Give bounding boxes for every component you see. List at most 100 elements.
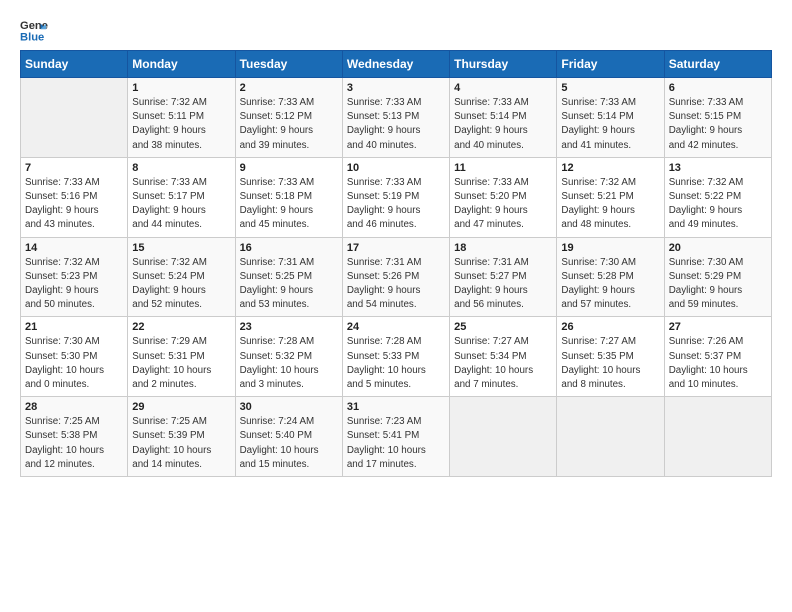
calendar-cell: 28 Sunrise: 7:25 AMSunset: 5:38 PMDayligh… bbox=[21, 397, 128, 477]
calendar-cell: 30 Sunrise: 7:24 AMSunset: 5:40 PMDayligh… bbox=[235, 397, 342, 477]
day-number: 14 bbox=[25, 242, 123, 254]
calendar-cell: 23 Sunrise: 7:28 AMSunset: 5:32 PMDayligh… bbox=[235, 317, 342, 397]
day-number: 23 bbox=[240, 321, 338, 333]
cell-details: Sunrise: 7:28 AMSunset: 5:33 PMDaylight:… bbox=[347, 335, 445, 392]
day-number: 12 bbox=[561, 162, 659, 174]
cell-details: Sunrise: 7:33 AMSunset: 5:13 PMDaylight:… bbox=[347, 96, 445, 153]
calendar-cell bbox=[21, 78, 128, 158]
week-row-4: 21 Sunrise: 7:30 AMSunset: 5:30 PMDayligh… bbox=[21, 317, 772, 397]
calendar-cell: 6 Sunrise: 7:33 AMSunset: 5:15 PMDaylight… bbox=[664, 78, 771, 158]
calendar-cell bbox=[557, 397, 664, 477]
header-saturday: Saturday bbox=[664, 51, 771, 78]
calendar-cell: 21 Sunrise: 7:30 AMSunset: 5:30 PMDayligh… bbox=[21, 317, 128, 397]
header-thursday: Thursday bbox=[450, 51, 557, 78]
cell-details: Sunrise: 7:33 AMSunset: 5:15 PMDaylight:… bbox=[669, 96, 767, 153]
day-number: 22 bbox=[132, 321, 230, 333]
calendar-cell: 15Sunrise: 7:32 AMSunset: 5:24 PMDayligh… bbox=[128, 237, 235, 317]
cell-details: Sunrise: 7:33 AMSunset: 5:14 PMDaylight:… bbox=[454, 96, 552, 153]
day-number: 18 bbox=[454, 242, 552, 254]
header-row: General Blue bbox=[20, 16, 772, 44]
cell-details: Sunrise: 7:24 AMSunset: 5:40 PMDaylight:… bbox=[240, 415, 338, 472]
day-number: 17 bbox=[347, 242, 445, 254]
cell-details: Sunrise: 7:30 AMSunset: 5:29 PMDaylight:… bbox=[669, 256, 767, 313]
calendar-cell: 22 Sunrise: 7:29 AMSunset: 5:31 PMDayligh… bbox=[128, 317, 235, 397]
cell-details: Sunrise: 7:30 AMSunset: 5:30 PMDaylight:… bbox=[25, 335, 123, 392]
cell-details: Sunrise: 7:29 AMSunset: 5:31 PMDaylight:… bbox=[132, 335, 230, 392]
header-row-days: SundayMondayTuesdayWednesdayThursdayFrid… bbox=[21, 51, 772, 78]
logo-icon: General Blue bbox=[20, 16, 48, 44]
cell-details: Sunrise: 7:33 AMSunset: 5:16 PMDaylight:… bbox=[25, 176, 123, 233]
cell-details: Sunrise: 7:33 AMSunset: 5:19 PMDaylight:… bbox=[347, 176, 445, 233]
day-number: 6 bbox=[669, 82, 767, 94]
calendar-cell: 1 Sunrise: 7:32 AMSunset: 5:11 PMDaylight… bbox=[128, 78, 235, 158]
cell-details: Sunrise: 7:33 AMSunset: 5:12 PMDaylight:… bbox=[240, 96, 338, 153]
logo: General Blue bbox=[20, 16, 56, 44]
day-number: 28 bbox=[25, 401, 123, 413]
cell-details: Sunrise: 7:26 AMSunset: 5:37 PMDaylight:… bbox=[669, 335, 767, 392]
cell-details: Sunrise: 7:31 AMSunset: 5:26 PMDaylight:… bbox=[347, 256, 445, 313]
day-number: 11 bbox=[454, 162, 552, 174]
cell-details: Sunrise: 7:27 AMSunset: 5:34 PMDaylight:… bbox=[454, 335, 552, 392]
calendar-cell bbox=[664, 397, 771, 477]
cell-details: Sunrise: 7:31 AMSunset: 5:27 PMDaylight:… bbox=[454, 256, 552, 313]
cell-details: Sunrise: 7:32 AMSunset: 5:22 PMDaylight:… bbox=[669, 176, 767, 233]
svg-text:Blue: Blue bbox=[20, 31, 44, 43]
header-sunday: Sunday bbox=[21, 51, 128, 78]
cell-details: Sunrise: 7:33 AMSunset: 5:14 PMDaylight:… bbox=[561, 96, 659, 153]
cell-details: Sunrise: 7:33 AMSunset: 5:18 PMDaylight:… bbox=[240, 176, 338, 233]
calendar-cell: 20 Sunrise: 7:30 AMSunset: 5:29 PMDayligh… bbox=[664, 237, 771, 317]
cell-details: Sunrise: 7:32 AMSunset: 5:23 PMDaylight:… bbox=[25, 256, 123, 313]
cell-details: Sunrise: 7:23 AMSunset: 5:41 PMDaylight:… bbox=[347, 415, 445, 472]
day-number: 27 bbox=[669, 321, 767, 333]
calendar-cell: 8 Sunrise: 7:33 AMSunset: 5:17 PMDaylight… bbox=[128, 157, 235, 237]
cell-details: Sunrise: 7:31 AMSunset: 5:25 PMDaylight:… bbox=[240, 256, 338, 313]
day-number: 5 bbox=[561, 82, 659, 94]
day-number: 2 bbox=[240, 82, 338, 94]
calendar-cell: 16 Sunrise: 7:31 AMSunset: 5:25 PMDayligh… bbox=[235, 237, 342, 317]
calendar-cell: 10 Sunrise: 7:33 AMSunset: 5:19 PMDayligh… bbox=[342, 157, 449, 237]
calendar-cell: 24 Sunrise: 7:28 AMSunset: 5:33 PMDayligh… bbox=[342, 317, 449, 397]
calendar-cell: 11Sunrise: 7:33 AMSunset: 5:20 PMDayligh… bbox=[450, 157, 557, 237]
cell-details: Sunrise: 7:33 AMSunset: 5:17 PMDaylight:… bbox=[132, 176, 230, 233]
calendar-cell: 17 Sunrise: 7:31 AMSunset: 5:26 PMDayligh… bbox=[342, 237, 449, 317]
cell-details: Sunrise: 7:32 AMSunset: 5:24 PMDaylight:… bbox=[132, 256, 230, 313]
day-number: 4 bbox=[454, 82, 552, 94]
cell-details: Sunrise: 7:32 AMSunset: 5:11 PMDaylight:… bbox=[132, 96, 230, 153]
day-number: 31 bbox=[347, 401, 445, 413]
header-wednesday: Wednesday bbox=[342, 51, 449, 78]
cell-details: Sunrise: 7:25 AMSunset: 5:38 PMDaylight:… bbox=[25, 415, 123, 472]
cell-details: Sunrise: 7:28 AMSunset: 5:32 PMDaylight:… bbox=[240, 335, 338, 392]
day-number: 29 bbox=[132, 401, 230, 413]
calendar-cell: 13 Sunrise: 7:32 AMSunset: 5:22 PMDayligh… bbox=[664, 157, 771, 237]
day-number: 13 bbox=[669, 162, 767, 174]
day-number: 8 bbox=[132, 162, 230, 174]
day-number: 9 bbox=[240, 162, 338, 174]
calendar-cell: 7 Sunrise: 7:33 AMSunset: 5:16 PMDaylight… bbox=[21, 157, 128, 237]
calendar-cell: 12 Sunrise: 7:32 AMSunset: 5:21 PMDayligh… bbox=[557, 157, 664, 237]
calendar-cell: 31 Sunrise: 7:23 AMSunset: 5:41 PMDayligh… bbox=[342, 397, 449, 477]
day-number: 3 bbox=[347, 82, 445, 94]
calendar-cell: 14 Sunrise: 7:32 AMSunset: 5:23 PMDayligh… bbox=[21, 237, 128, 317]
day-number: 1 bbox=[132, 82, 230, 94]
header-tuesday: Tuesday bbox=[235, 51, 342, 78]
calendar-cell: 29Sunrise: 7:25 AMSunset: 5:39 PMDayligh… bbox=[128, 397, 235, 477]
calendar-cell: 25Sunrise: 7:27 AMSunset: 5:34 PMDayligh… bbox=[450, 317, 557, 397]
cell-details: Sunrise: 7:30 AMSunset: 5:28 PMDaylight:… bbox=[561, 256, 659, 313]
day-number: 16 bbox=[240, 242, 338, 254]
calendar-cell: 19Sunrise: 7:30 AMSunset: 5:28 PMDayligh… bbox=[557, 237, 664, 317]
calendar-cell: 27 Sunrise: 7:26 AMSunset: 5:37 PMDayligh… bbox=[664, 317, 771, 397]
day-number: 30 bbox=[240, 401, 338, 413]
day-number: 21 bbox=[25, 321, 123, 333]
calendar-cell: 9 Sunrise: 7:33 AMSunset: 5:18 PMDaylight… bbox=[235, 157, 342, 237]
week-row-1: 1 Sunrise: 7:32 AMSunset: 5:11 PMDaylight… bbox=[21, 78, 772, 158]
calendar-cell: 2 Sunrise: 7:33 AMSunset: 5:12 PMDaylight… bbox=[235, 78, 342, 158]
week-row-3: 14 Sunrise: 7:32 AMSunset: 5:23 PMDayligh… bbox=[21, 237, 772, 317]
calendar-cell bbox=[450, 397, 557, 477]
cell-details: Sunrise: 7:27 AMSunset: 5:35 PMDaylight:… bbox=[561, 335, 659, 392]
day-number: 7 bbox=[25, 162, 123, 174]
day-number: 20 bbox=[669, 242, 767, 254]
cell-details: Sunrise: 7:32 AMSunset: 5:21 PMDaylight:… bbox=[561, 176, 659, 233]
day-number: 10 bbox=[347, 162, 445, 174]
page-container: General Blue SundayMondayTuesdayWednesda… bbox=[0, 0, 792, 487]
day-number: 24 bbox=[347, 321, 445, 333]
